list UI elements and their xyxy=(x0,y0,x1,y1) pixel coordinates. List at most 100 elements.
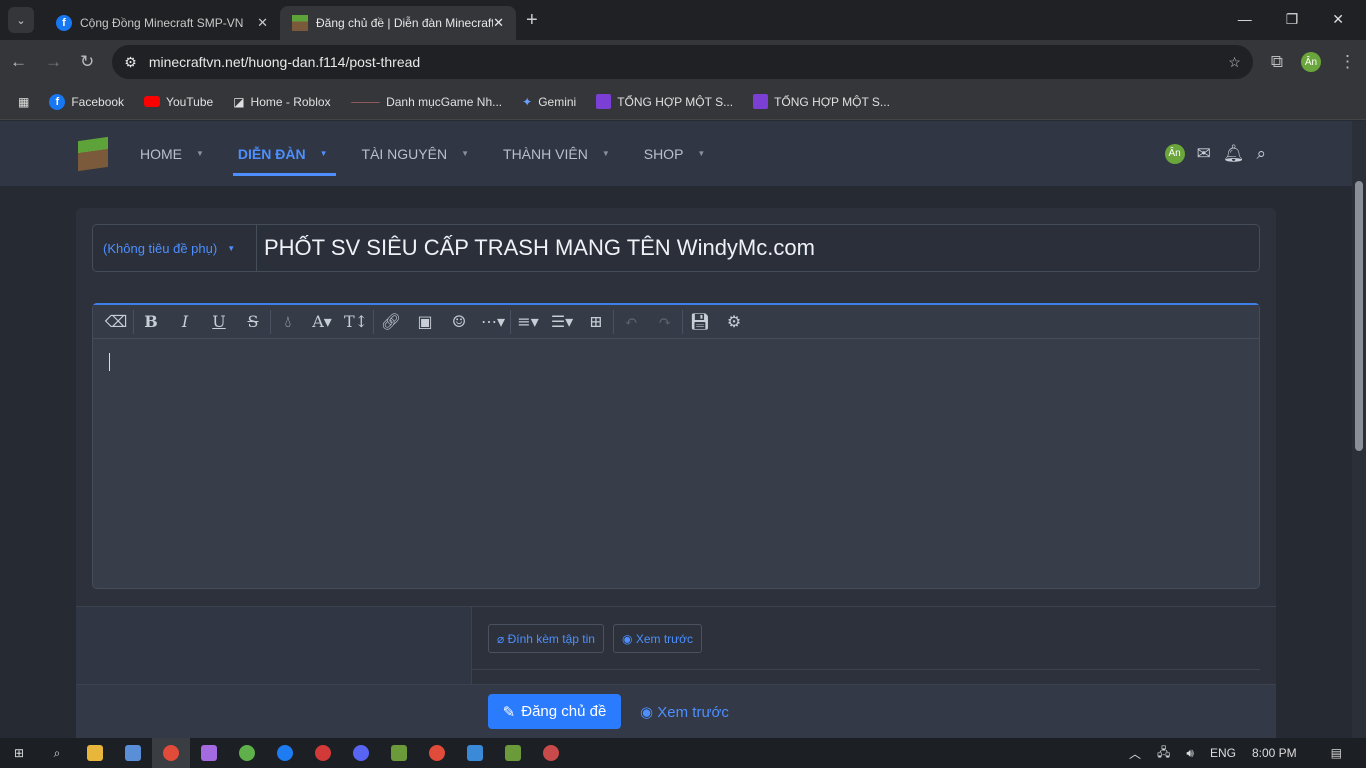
preview-button[interactable]: ◉ Xem trước xyxy=(640,703,729,721)
file-explorer-icon[interactable] xyxy=(76,738,114,768)
network-icon[interactable]: 🖧︎ xyxy=(1157,743,1170,764)
photos-icon[interactable] xyxy=(456,738,494,768)
post-thread-form: (Không tiêu đề phụ) ▼ PHỐT SV SIÊU CẤP TR… xyxy=(76,208,1276,738)
button-label: Xem trước xyxy=(635,631,694,646)
extensions-icon[interactable]: ⧉ xyxy=(1271,52,1283,72)
nav-forums[interactable]: DIỄN ĐÀN ▼ xyxy=(232,121,336,186)
bold-icon[interactable]: B xyxy=(134,312,168,331)
new-tab-button[interactable]: + xyxy=(526,9,538,32)
font-family-icon[interactable]: A▾ xyxy=(305,312,339,331)
clear-format-icon[interactable]: ⌫ xyxy=(99,312,133,331)
tab-post-thread[interactable]: Đăng chủ đề | Diễn đàn Minecraft ✕ xyxy=(280,6,516,40)
more-icon[interactable]: ⋯▾ xyxy=(476,312,510,331)
underline-icon[interactable]: U xyxy=(202,312,236,331)
bookmark-gemini[interactable]: ✦ Gemini xyxy=(522,95,576,109)
apps-icon[interactable]: ▦ xyxy=(18,95,29,109)
address-bar[interactable]: ⚙ minecraftvn.net/huong-dan.f114/post-thr… xyxy=(112,45,1253,79)
drafts-icon[interactable]: 💾︎ xyxy=(683,312,717,331)
nav-shop[interactable]: SHOP ▼ xyxy=(644,121,706,186)
bookmark-roblox[interactable]: ◪ Home - Roblox xyxy=(233,95,330,109)
volume-icon[interactable]: 🔊︎ xyxy=(1186,746,1194,761)
nav-resources[interactable]: TÀI NGUYÊN ▼ xyxy=(362,121,470,186)
title-row: (Không tiêu đề phụ) ▼ PHỐT SV SIÊU CẤP TR… xyxy=(92,224,1260,272)
bookmark-list-1[interactable]: TỔNG HỢP MỘT S... xyxy=(596,94,733,109)
app-icon[interactable] xyxy=(228,738,266,768)
message-editor[interactable]: ⌫ B I U S 💧︎ A▾ T↕ 🔗︎ ▣ ☺ ⋯▾ ≡▾ ☰▾ ⊞ ↶ ↷… xyxy=(92,303,1260,589)
minecraft-icon xyxy=(292,15,308,31)
undo-icon[interactable]: ↶ xyxy=(614,312,648,331)
discord-icon[interactable] xyxy=(342,738,380,768)
maximize-button[interactable]: ❐ xyxy=(1286,11,1299,28)
bookmark-star-icon[interactable]: ☆ xyxy=(1228,54,1241,71)
bell-icon[interactable]: 🔔︎ xyxy=(1223,144,1245,164)
paperclip-icon: ⌀ xyxy=(497,631,508,646)
nav-members[interactable]: THÀNH VIÊN ▼ xyxy=(503,121,610,186)
strikethrough-icon[interactable]: S xyxy=(236,312,270,331)
list-icon xyxy=(753,94,769,109)
chevron-down-icon[interactable]: ▼ xyxy=(320,149,328,158)
emoji-icon[interactable]: ☺ xyxy=(442,312,476,331)
align-icon[interactable]: ≡▾ xyxy=(511,312,545,331)
chevron-down-icon[interactable]: ▼ xyxy=(602,149,610,158)
bookmark-game[interactable]: ⸻ Danh mụcGame Nh... xyxy=(351,93,503,110)
page-scrollbar[interactable] xyxy=(1352,121,1366,738)
nav-label: TÀI NGUYÊN xyxy=(361,145,448,162)
post-thread-button[interactable]: ✎ Đăng chủ đề xyxy=(488,694,621,729)
close-tab-icon[interactable]: ✕ xyxy=(493,15,504,31)
gear-icon[interactable]: ⚙ xyxy=(717,312,751,331)
bookmark-youtube[interactable]: YouTube xyxy=(144,95,213,109)
reload-button[interactable]: ↻ xyxy=(80,52,94,72)
bookmark-facebook[interactable]: f Facebook xyxy=(49,93,125,110)
close-tab-icon[interactable]: ✕ xyxy=(257,15,268,31)
preview-small-button[interactable]: ◉ Xem trước xyxy=(613,624,703,653)
nav-home[interactable]: HOME ▼ xyxy=(140,121,204,186)
search-icon[interactable]: ⌕ xyxy=(1256,144,1266,164)
chevron-down-icon[interactable]: ▼ xyxy=(697,149,705,158)
redo-icon[interactable]: ↷ xyxy=(648,312,682,331)
search-icon[interactable]: ⌕ xyxy=(38,738,76,768)
title-input[interactable]: PHỐT SV SIÊU CẤP TRASH MANG TÊN WindyMc.… xyxy=(257,235,815,261)
app-icon[interactable] xyxy=(304,738,342,768)
back-button[interactable]: ← xyxy=(10,52,27,72)
scrollbar-thumb[interactable] xyxy=(1355,181,1363,451)
chevron-up-icon[interactable]: ︿ xyxy=(1129,745,1141,762)
chrome-icon[interactable] xyxy=(152,738,190,768)
image-icon[interactable]: ▣ xyxy=(408,312,442,331)
bookmark-label: Gemini xyxy=(538,94,577,109)
tab-search-button[interactable]: ⌄ xyxy=(8,7,34,33)
chrome-icon[interactable] xyxy=(418,738,456,768)
minecraft-icon[interactable] xyxy=(380,738,418,768)
site-info-icon[interactable]: ⚙ xyxy=(124,54,137,71)
italic-icon[interactable]: I xyxy=(168,312,202,331)
language-indicator[interactable]: ENG xyxy=(1210,746,1236,760)
table-icon[interactable]: ⊞ xyxy=(579,312,613,331)
user-avatar[interactable]: Ân xyxy=(1164,143,1185,164)
app-icon[interactable] xyxy=(532,738,570,768)
store-icon[interactable] xyxy=(114,738,152,768)
color-icon[interactable]: 💧︎ xyxy=(271,312,305,332)
zalo-icon[interactable] xyxy=(266,738,304,768)
font-size-icon[interactable]: T↕ xyxy=(339,312,373,331)
close-window-button[interactable]: ✕ xyxy=(1332,11,1344,28)
clock[interactable]: 8:00 PM xyxy=(1252,746,1297,760)
notifications-icon[interactable]: ▤ xyxy=(1331,746,1342,760)
attach-files-button[interactable]: ⌀ Đính kèm tập tin xyxy=(488,624,604,653)
minimize-button[interactable]: — xyxy=(1238,11,1252,28)
minecraft-icon[interactable] xyxy=(494,738,532,768)
menu-icon[interactable]: ⋮ xyxy=(1339,52,1356,72)
list-icon[interactable]: ☰▾ xyxy=(545,312,579,331)
mail-icon[interactable]: ✉ xyxy=(1197,144,1211,164)
copilot-icon[interactable] xyxy=(190,738,228,768)
bookmark-list-2[interactable]: TỔNG HỢP MỘT S... xyxy=(753,94,890,109)
start-icon[interactable]: ⊞ xyxy=(0,738,38,768)
site-logo[interactable] xyxy=(78,136,108,171)
bookmark-label: Facebook xyxy=(71,94,125,109)
chevron-down-icon[interactable]: ▼ xyxy=(461,149,469,158)
link-icon[interactable]: 🔗︎ xyxy=(374,312,408,331)
profile-avatar[interactable]: Ân xyxy=(1301,52,1321,72)
tab-facebook[interactable]: f Cộng Đồng Minecraft SMP-VN ✕ xyxy=(44,6,280,40)
forward-button[interactable]: → xyxy=(45,52,62,72)
prefix-select[interactable]: (Không tiêu đề phụ) ▼ xyxy=(93,225,257,271)
chevron-down-icon[interactable]: ▼ xyxy=(196,149,204,158)
youtube-icon xyxy=(144,96,161,107)
